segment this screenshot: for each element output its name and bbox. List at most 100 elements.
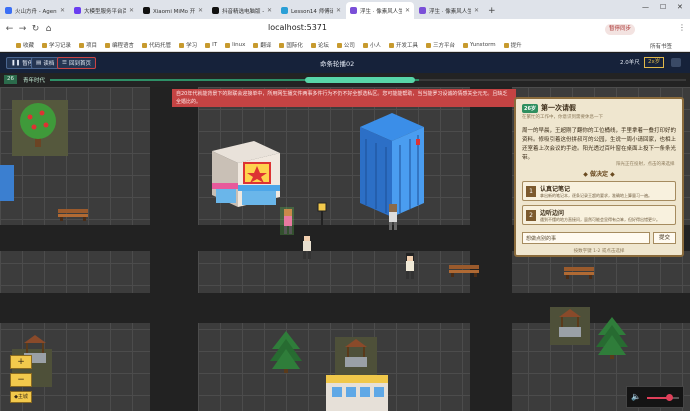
pine-tree-icon — [270, 331, 302, 373]
menu-icon[interactable]: ⋮ — [678, 23, 686, 32]
player-character[interactable] — [300, 233, 314, 261]
browser-tab-6[interactable]: 浮生 · 像素风人生 ✕ — [415, 2, 483, 19]
close-window-icon[interactable]: ✕ — [677, 3, 683, 11]
bookmark-item[interactable]: 公司 — [336, 41, 355, 49]
convenience-store-icon — [212, 141, 280, 207]
browser-tab-1[interactable]: 大模型服务平台百炼控制✕ — [70, 2, 138, 19]
sync-paused-badge[interactable]: 暂停同步 — [605, 24, 636, 35]
speed-label: 2.0羊尺 — [620, 60, 640, 66]
apple-tree-icon — [20, 103, 56, 147]
npc-character[interactable] — [403, 253, 417, 281]
minimize-icon[interactable]: — — [642, 3, 649, 11]
tab-close-icon[interactable]: ✕ — [405, 7, 410, 14]
bookmark-item[interactable]: 学习 — [179, 41, 197, 49]
choice-2-button[interactable]: 2 边听边问 遇到不懂的地方直接问，虽然可能会显得有点笨，但好得出错更少。 — [522, 205, 676, 225]
folder-icon — [179, 42, 185, 48]
bookmark-label: 公司 — [343, 43, 355, 49]
bookmark-item[interactable]: linux — [225, 42, 245, 48]
new-tab-icon[interactable]: + — [488, 6, 496, 16]
zoom-out-button[interactable]: − — [10, 373, 32, 387]
tab-close-icon[interactable]: ✕ — [474, 7, 479, 14]
bookmark-item[interactable]: 翻译 — [253, 41, 271, 49]
custom-action-input[interactable]: 想做点别的事 — [522, 232, 650, 244]
age-badge: 26 — [4, 75, 17, 84]
bookmark-item[interactable]: 提升 — [503, 41, 522, 49]
bookmark-item[interactable]: 编程语言 — [105, 41, 134, 49]
event-title-row: 26岁 第一次请假 — [522, 103, 576, 113]
folder-icon — [362, 42, 368, 48]
choice-1-button[interactable]: 1 认真记笔记 拿出新的笔记本，逐条记录王超的要求，准确地上算量习一遍。 — [522, 181, 676, 201]
folder-icon — [279, 42, 285, 48]
tab-favicon-icon — [5, 7, 12, 14]
maximize-icon[interactable]: ☐ — [660, 3, 666, 11]
url-text[interactable]: localhost:5371 — [268, 23, 327, 32]
all-bookmarks[interactable]: 所有书签 — [650, 42, 672, 50]
event-title: 第一次请假 — [540, 104, 576, 112]
bookmark-item[interactable]: 三方平台 — [425, 41, 455, 49]
speaker-icon[interactable]: 🔈 — [631, 392, 641, 401]
npc-character[interactable] — [280, 207, 294, 235]
browser-tab-2[interactable]: Xiaomi MiMo 开放平台✕ — [139, 2, 207, 19]
tab-close-icon[interactable]: ✕ — [198, 7, 203, 14]
bookmark-item[interactable]: IT — [205, 42, 217, 48]
tab-close-icon[interactable]: ✕ — [129, 7, 134, 14]
home-icon[interactable]: ⌂ — [42, 24, 55, 34]
bookmark-label: 代码托管 — [149, 43, 172, 49]
bookmark-label: 学习记录 — [49, 43, 72, 49]
tab-label: Lesson14 师傅请指 b站 — [291, 8, 333, 15]
tab-favicon-icon — [74, 7, 81, 14]
volume-slider-track[interactable] — [647, 397, 679, 399]
bookmark-item[interactable]: 学习记录 — [42, 41, 71, 49]
bookmark-item[interactable]: 开发工具 — [388, 41, 418, 49]
list-icon: ☰ — [62, 60, 67, 66]
bookmark-label: 开发工具 — [395, 43, 418, 49]
tab-close-icon[interactable]: ✕ — [60, 7, 65, 14]
event-footer: 按数字键 1-2 或点击选择 — [573, 249, 625, 254]
tab-favicon-icon — [350, 7, 357, 14]
bookmark-item[interactable]: 代码托管 — [142, 41, 171, 49]
forward-icon[interactable]: → — [16, 24, 29, 34]
browser-tab-4[interactable]: Lesson14 师傅请指 b站✕ — [277, 2, 345, 19]
event-age-tag: 26岁 — [522, 103, 538, 113]
back-icon[interactable]: ← — [3, 24, 16, 34]
tab-favicon-icon — [419, 7, 426, 14]
bookmark-item[interactable]: 国际化 — [279, 41, 303, 49]
game-area: ❚❚ 暂停 ▤ 读档 ☰ 回到首页 命条轮播02 2.0羊尺 2x岁 26 青年时代 — [0, 53, 690, 411]
bookmark-item[interactable]: 小人 — [362, 41, 381, 49]
well-icon — [559, 309, 581, 337]
browser-tab-3[interactable]: 抖音精选电脑版 - 抖音✕ — [208, 2, 276, 19]
event-body: 周一的早晨，王超刚了翻你的工位桶线，手里拿着一叠打印好的资料。修吸引着这份拼叔可… — [522, 128, 677, 161]
well-icon — [345, 339, 367, 367]
folder-icon — [253, 42, 259, 48]
main-city-button[interactable]: ◆主城 — [10, 391, 32, 403]
bookmark-label: 学习 — [186, 43, 198, 49]
tab-close-icon[interactable]: ✕ — [336, 7, 341, 14]
era-label: 青年时代 — [23, 78, 46, 84]
browser-tab-0[interactable]: 火山方舟 - Agent Plan✕ — [1, 2, 69, 19]
home-return-button[interactable]: ☰ 回到首页 — [57, 57, 96, 69]
npc-character[interactable] — [386, 204, 400, 232]
bookmark-label: 小人 — [369, 43, 381, 49]
age-speed-badge[interactable]: 2x岁 — [644, 57, 665, 68]
bookmark-item[interactable]: 论坛 — [310, 41, 329, 49]
volume-slider-knob[interactable] — [666, 394, 674, 401]
folder-icon — [205, 42, 211, 48]
tab-close-icon[interactable]: ✕ — [267, 7, 272, 14]
reload-icon[interactable]: ↻ — [29, 24, 42, 34]
bookmark-item[interactable]: Yunstorm — [462, 42, 496, 48]
bookmark-label: 提升 — [510, 43, 522, 49]
folder-icon — [310, 42, 316, 48]
submit-button[interactable]: 提交 — [653, 232, 676, 244]
tab-label: 浮生 · 像素风人生 — [360, 8, 402, 15]
browser-tab-bar: 火山方舟 - Agent Plan✕大模型服务平台百炼控制✕Xiaomi MiM… — [0, 0, 690, 19]
browser-tab-5[interactable]: 浮生 · 像素风人生 ✕ — [346, 2, 414, 19]
load-button[interactable]: ▤ 读档 — [31, 57, 60, 69]
street-lamp-icon — [317, 202, 327, 240]
folder-icon — [79, 42, 85, 48]
bookmark-item[interactable]: 收藏 — [16, 41, 34, 49]
folder-icon — [503, 42, 509, 48]
bench-icon — [58, 209, 88, 221]
zoom-in-button[interactable]: + — [10, 355, 32, 369]
bookmark-item[interactable]: 项目 — [79, 41, 97, 49]
settings-icon[interactable] — [671, 58, 681, 67]
